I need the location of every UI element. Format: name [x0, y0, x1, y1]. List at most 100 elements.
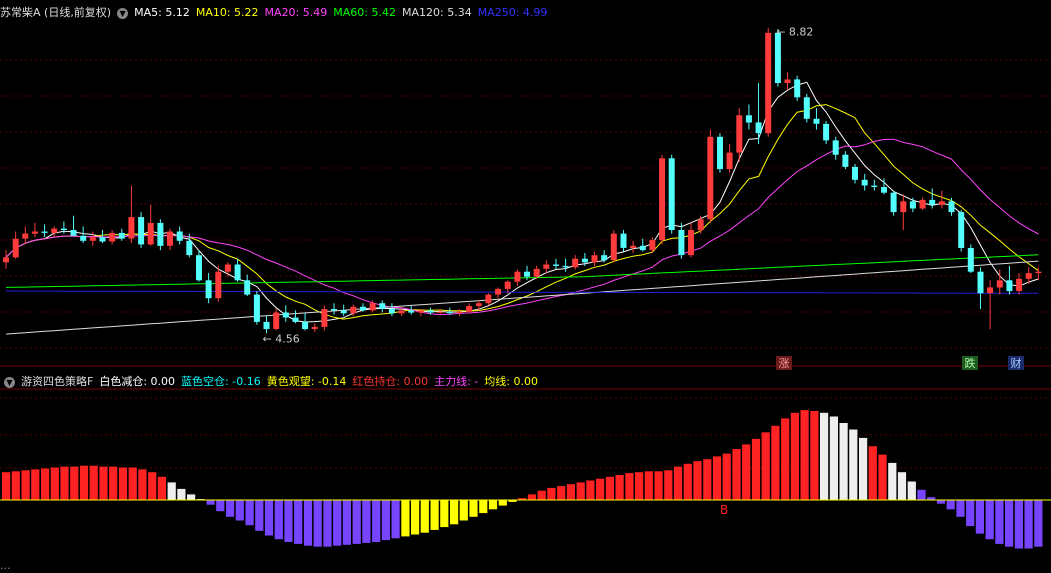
indicator-bar: [888, 462, 897, 500]
indicator-bar: [488, 500, 498, 510]
candle-body: [51, 228, 58, 233]
red-hold-label: 红色持仓: 0.00: [352, 375, 429, 388]
indicator-bar: [420, 500, 429, 533]
indicator-bar: [946, 500, 955, 510]
kline-chart[interactable]: ← 8.82 ← 4.56 涨 跌 财 B: [0, 0, 1051, 566]
candle-body: [900, 201, 907, 213]
indicator-bar: [761, 432, 770, 500]
chevron-down-icon[interactable]: ▼: [117, 7, 129, 19]
high-price-label: ← 8.82: [776, 26, 813, 39]
candle-body: [446, 311, 453, 314]
chevron-down-icon[interactable]: ▼: [4, 376, 15, 388]
indicator-bar: [683, 463, 692, 500]
b-signal-marker: B: [720, 503, 728, 517]
indicator-bar: [255, 500, 264, 531]
candle-body: [543, 264, 550, 269]
bottom-legend-text: ...: [0, 559, 11, 572]
candle-body: [524, 271, 530, 277]
candle-body: [475, 303, 482, 307]
bottom-legend: ...: [0, 559, 17, 573]
candle-body: [774, 32, 781, 83]
candle-body: [408, 310, 415, 313]
candle-body: [755, 122, 762, 134]
candle-body: [601, 255, 608, 261]
indicator-legend: ▼ 游资四色策略F 白色减仓: 0.00 蓝色空仓: -0.16 黄色观望: -…: [0, 375, 544, 389]
indicator-bar: [849, 429, 858, 500]
candle-body: [360, 306, 366, 311]
average-label: 均线: 0.00: [484, 375, 538, 388]
candle-body: [533, 268, 540, 277]
indicator-bar: [596, 478, 605, 500]
main-force-label: 主力线: -: [434, 375, 479, 388]
indicator-bar: [469, 500, 478, 517]
candle-body: [388, 309, 395, 314]
candle-body: [852, 166, 858, 180]
candle-body: [514, 271, 521, 282]
indicator-bar: [89, 465, 98, 500]
candle-body: [553, 264, 559, 266]
candle-body: [369, 303, 376, 311]
candle-body: [80, 235, 87, 241]
indicator-bar: [557, 486, 566, 500]
indicator-bar: [751, 438, 761, 500]
indicator-bar: [264, 500, 274, 536]
candle-body: [176, 231, 183, 241]
main-legend: 苏常柴A (日线,前复权) ▼ MA5: 5.12 MA10: 5.22 MA2…: [0, 6, 553, 20]
indicator-bar: [294, 500, 303, 544]
candle-body: [147, 222, 154, 245]
indicator-bar: [820, 412, 829, 500]
indicator-bar: [615, 475, 624, 500]
indicator-bar: [79, 465, 89, 500]
indicator-bar: [498, 500, 507, 506]
candle-body: [861, 179, 868, 186]
indicator-bar: [303, 500, 313, 546]
indicator-bar: [917, 489, 926, 500]
candle-body: [215, 271, 222, 299]
indicator-bar: [41, 468, 50, 500]
ma5-line: [5, 81, 1039, 323]
candle-body: [205, 280, 212, 299]
indicator-bar: [284, 500, 293, 542]
candle-body: [745, 115, 752, 123]
indicator-name: 游资四色策略F: [21, 375, 94, 388]
indicator-bar: [167, 482, 176, 500]
indicator-bar: [177, 488, 186, 500]
indicator-bar: [995, 500, 1004, 544]
ma60-line: [5, 254, 1039, 288]
indicator-bar: [576, 482, 585, 500]
candle-body: [1035, 271, 1042, 274]
candle-body: [909, 201, 916, 209]
candle-body: [167, 231, 173, 246]
candle-body: [1006, 280, 1013, 292]
indicator-bar: [440, 500, 449, 528]
candle-body: [871, 185, 878, 187]
candle-body: [659, 158, 666, 241]
candle-body: [890, 192, 897, 213]
indicator-bar: [138, 469, 147, 500]
indicator-bar: [362, 500, 371, 543]
candle-body: [22, 233, 29, 239]
candle-body: [717, 136, 723, 170]
candle-body: [302, 321, 309, 330]
die-tag: 跌: [965, 356, 976, 370]
indicator-bar: [479, 500, 488, 514]
candle-body: [620, 233, 627, 248]
indicator-bar: [800, 410, 809, 500]
candle-body: [726, 152, 733, 170]
indicator-bar: [897, 472, 907, 500]
indicator-bar: [235, 500, 244, 521]
indicator-bar: [2, 472, 11, 500]
indicator-bar: [70, 466, 79, 500]
indicator-bar: [878, 454, 887, 500]
candle-body: [958, 212, 965, 248]
candle-body: [60, 228, 67, 230]
indicator-bar: [245, 500, 254, 526]
candle-body: [610, 233, 617, 261]
indicator-bar: [975, 500, 984, 534]
candle-body: [630, 245, 637, 248]
indicator-bar: [712, 456, 722, 500]
yellow-watch-label: 黄色观望: -0.14: [266, 375, 347, 388]
candle-body: [32, 231, 38, 234]
indicator-bar: [966, 500, 975, 527]
candle-body: [456, 311, 463, 314]
